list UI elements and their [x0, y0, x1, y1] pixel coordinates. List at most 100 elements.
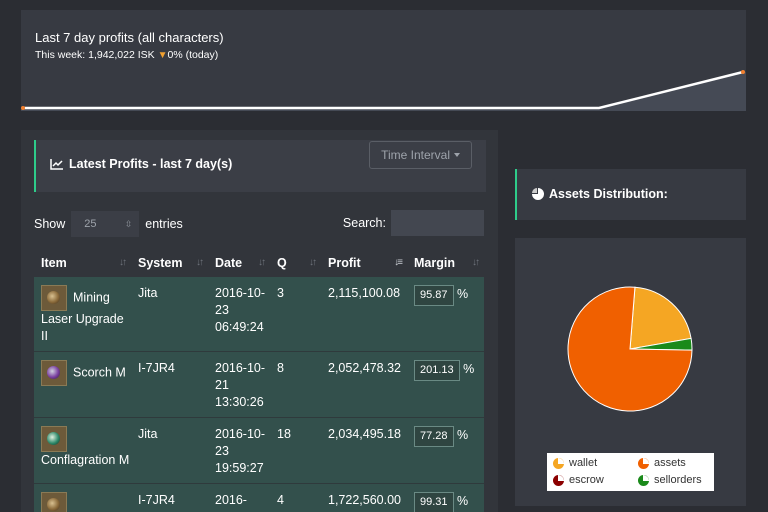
margin-value: 77.28 [414, 426, 454, 447]
table-row[interactable]: Mining Laser Upgrade II Jita 2016-10-23 … [34, 277, 484, 352]
legend-label: wallet [569, 457, 598, 469]
cell-profit: 2,052,478.32 [328, 361, 401, 375]
legend-label: assets [654, 457, 686, 469]
item-name: Conflagration M [41, 453, 130, 467]
percent-sign: % [457, 494, 469, 508]
item-icon [41, 285, 67, 311]
assets-title-label: Assets Distribution: [549, 187, 668, 201]
legend-label: escrow [569, 474, 604, 486]
sort-icon: ↓↑ [196, 257, 204, 268]
triangle-down-icon: ▼ [157, 50, 168, 61]
assets-pie-chart [567, 286, 693, 412]
cell-profit: 1,722,560.00 [328, 493, 401, 507]
item-icon [41, 360, 67, 386]
profits-week-line: This week: 1,942,022 ISK ▼0% (today) [35, 49, 218, 61]
column-header-date[interactable]: Date ↓↑ [208, 248, 270, 277]
header-label: Item [41, 255, 67, 270]
cell-system: I-7JR4 [138, 361, 175, 375]
cell-profit: 2,115,100.08 [328, 286, 401, 300]
cell-item: Mining Laser Upgrade II [34, 277, 131, 352]
time-interval-label: Time Interval [381, 148, 450, 162]
select-arrows-icon: ⇳ [124, 218, 133, 229]
item-name: Scorch M [73, 365, 126, 380]
assets-header: Assets Distribution: [515, 169, 746, 220]
change-text: 0% (today) [167, 49, 219, 61]
cell-date: 2016-10-21 13:30:26 [215, 361, 266, 409]
profits-table: Item ↓↑ System ↓↑ Date ↓↑ Q ↓↑ Profit ↓≡ Marg… [34, 248, 484, 512]
search-control: Search: [343, 210, 484, 236]
cell-system: Jita [138, 286, 158, 300]
cell-margin: 95.87 % [407, 277, 484, 352]
entries-select[interactable]: 25 ⇳ [71, 211, 140, 237]
sort-icon: ↓↑ [258, 257, 266, 268]
entries-value: 25 [84, 218, 97, 230]
latest-profits-header: Latest Profits - last 7 day(s) Time Inte… [34, 140, 486, 192]
header-label: System [138, 255, 183, 270]
latest-profits-title: Latest Profits - last 7 day(s) [50, 157, 232, 171]
cell-item [34, 484, 131, 512]
caret-down-icon [454, 153, 460, 157]
item-icon [41, 492, 67, 512]
column-header-item[interactable]: Item ↓↑ [34, 248, 131, 277]
entries-label: entries [145, 217, 183, 231]
header-label: Q [277, 255, 287, 270]
cell-quantity: 4 [277, 493, 284, 507]
header-label: Date [215, 255, 243, 270]
item-icon [41, 426, 67, 452]
cell-item: Scorch M [34, 352, 131, 418]
assets-pie-icon [638, 457, 649, 469]
margin-value: 99.31 [414, 492, 454, 512]
cell-margin: 99.31 % [407, 484, 484, 512]
column-header-q[interactable]: Q ↓↑ [270, 248, 321, 277]
sellorders-pie-icon [638, 474, 649, 486]
show-label: Show [34, 217, 66, 231]
wallet-pie-icon [553, 457, 564, 469]
column-header-profit[interactable]: Profit ↓≡ [321, 248, 407, 277]
time-interval-button[interactable]: Time Interval [369, 141, 472, 169]
cell-date: 2016- [215, 493, 247, 507]
cell-date: 2016-10-23 06:49:24 [215, 286, 266, 334]
pie-chart-icon [532, 188, 544, 200]
cell-margin: 201.13 % [407, 352, 484, 418]
column-header-system[interactable]: System ↓↑ [131, 248, 208, 277]
legend-item-sellorders[interactable]: sellorders [638, 474, 702, 486]
legend-item-wallet[interactable]: wallet [553, 457, 597, 469]
percent-sign: % [457, 287, 469, 301]
cell-item: Conflagration M [34, 418, 131, 484]
latest-profits-panel: Latest Profits - last 7 day(s) Time Inte… [21, 130, 498, 512]
table-row[interactable]: Conflagration M Jita 2016-10-23 19:59:27… [34, 417, 484, 484]
week-total: This week: 1,942,022 ISK [35, 49, 155, 61]
legend-item-escrow[interactable]: escrow [553, 474, 604, 486]
cell-system: I-7JR4 [138, 493, 175, 507]
profits-summary-panel: Last 7 day profits (all characters) This… [21, 10, 746, 111]
profits-summary-title: Last 7 day profits (all characters) [35, 30, 224, 45]
cell-quantity: 3 [277, 286, 284, 300]
percent-sign: % [457, 428, 469, 442]
assets-legend: wallet assets escrow sellorders [547, 453, 714, 491]
search-input[interactable] [391, 210, 484, 236]
percent-sign: % [463, 362, 475, 376]
legend-label: sellorders [654, 474, 702, 486]
column-header-margin[interactable]: Margin ↓↑ [407, 248, 484, 277]
sort-desc-icon: ↓≡ [394, 257, 403, 268]
cell-profit: 2,034,495.18 [328, 427, 401, 441]
cell-date: 2016-10-23 19:59:27 [215, 427, 266, 475]
cell-system: Jita [138, 427, 158, 441]
sort-icon: ↓↑ [119, 257, 127, 268]
cell-margin: 77.28 % [407, 418, 484, 484]
margin-value: 201.13 [414, 360, 460, 381]
line-chart-icon [50, 159, 63, 170]
legend-item-assets[interactable]: assets [638, 457, 686, 469]
cell-quantity: 8 [277, 361, 284, 375]
cell-quantity: 18 [277, 427, 291, 441]
table-row[interactable]: Scorch M I-7JR4 2016-10-21 13:30:26 8 2,… [34, 351, 484, 418]
latest-profits-label: Latest Profits - last 7 day(s) [69, 157, 233, 171]
sort-icon: ↓↑ [472, 257, 480, 268]
header-label: Margin [414, 255, 455, 270]
entries-control: Show 25 ⇳ entries [34, 211, 183, 237]
escrow-pie-icon [553, 474, 564, 486]
margin-value: 95.87 [414, 285, 454, 306]
table-row[interactable]: I-7JR4 2016- 4 1,722,560.00 99.31 % [34, 483, 484, 512]
header-label: Profit [328, 255, 361, 270]
profits-sparkline [21, 70, 746, 111]
